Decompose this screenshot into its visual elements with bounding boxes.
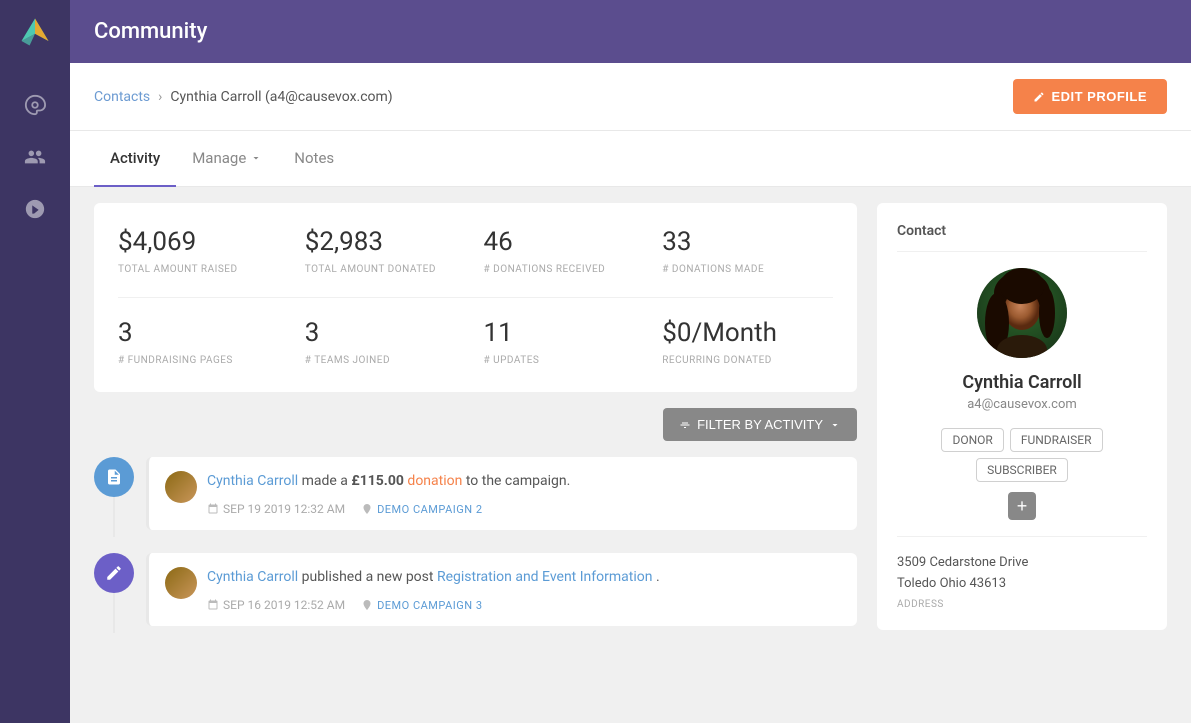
activity-text: Cynthia Carroll made a £115.00 donation …	[207, 471, 570, 492]
activity-text-block: Cynthia Carroll published a new post Reg…	[207, 567, 660, 612]
contact-address-label: ADDRESS	[897, 599, 1147, 610]
stat-updates: 11 # UPDATES	[476, 318, 655, 368]
pencil-icon	[1033, 91, 1045, 103]
filter-bar: FILTER BY ACTIVITY	[94, 408, 857, 441]
document-icon	[105, 468, 123, 486]
edit-icon	[105, 564, 123, 582]
tag-donor[interactable]: DONOR	[941, 428, 1003, 452]
content-area: Contacts › Cynthia Carroll (a4@causevox.…	[70, 63, 1191, 723]
activity-date: SEP 16 2019 12:52 AM	[207, 598, 345, 612]
stat-fundraising-pages: 3 # FUNDRAISING PAGES	[118, 318, 297, 368]
sidebar	[0, 0, 70, 723]
contact-address: 3509 Cedarstone Drive Toledo Ohio 43613	[897, 553, 1147, 595]
stat-donations-received: 46 # DONATIONS RECEIVED	[476, 227, 655, 277]
activity-item: Cynthia Carroll made a £115.00 donation …	[94, 457, 857, 537]
stat-total-donated: $2,983 TOTAL AMOUNT DONATED	[297, 227, 476, 277]
dropdown-arrow-icon	[829, 419, 841, 431]
activity-content-row: Cynthia Carroll made a £115.00 donation …	[165, 471, 841, 516]
activity-icon-donation	[94, 457, 134, 497]
activity-text: Cynthia Carroll published a new post Reg…	[207, 567, 660, 588]
stat-recurring: $0/Month RECURRING DONATED	[654, 318, 833, 368]
stat-donations-made: 33 # DONATIONS MADE	[654, 227, 833, 277]
donation-link[interactable]: donation	[407, 473, 462, 489]
activity-card-donation: Cynthia Carroll made a £115.00 donation …	[146, 457, 857, 530]
activity-meta: SEP 19 2019 12:32 AM DEMO CAMPAIGN 2	[207, 502, 570, 516]
chevron-down-icon	[250, 152, 262, 164]
top-header: Community	[70, 0, 1191, 63]
actor-link[interactable]: Cynthia Carroll	[207, 473, 298, 489]
rocket-icon	[24, 198, 46, 220]
activity-card-post: Cynthia Carroll published a new post Reg…	[146, 553, 857, 626]
sidebar-item-dashboard[interactable]	[13, 83, 57, 127]
people-icon	[24, 146, 46, 168]
location-icon	[361, 503, 373, 515]
activity-meta: SEP 16 2019 12:52 AM DEMO CAMPAIGN 3	[207, 598, 660, 612]
activity-campaign: DEMO CAMPAIGN 3	[361, 599, 482, 612]
contact-email: a4@causevox.com	[897, 397, 1147, 412]
campaign-link[interactable]: DEMO CAMPAIGN 3	[377, 599, 482, 612]
location-icon	[361, 599, 373, 611]
contact-divider	[897, 536, 1147, 537]
stats-card: $4,069 TOTAL AMOUNT RAISED $2,983 TOTAL …	[94, 203, 857, 392]
breadcrumb-bar: Contacts › Cynthia Carroll (a4@causevox.…	[70, 63, 1191, 131]
contact-name: Cynthia Carroll	[897, 372, 1147, 393]
contact-card-title: Contact	[897, 223, 1147, 252]
tab-manage[interactable]: Manage	[176, 131, 278, 187]
avatar-image	[977, 268, 1067, 358]
avatar	[165, 471, 197, 503]
logo-icon	[17, 14, 53, 50]
tab-activity[interactable]: Activity	[94, 131, 176, 187]
breadcrumb-separator: ›	[158, 89, 162, 105]
stats-row-2: 3 # FUNDRAISING PAGES 3 # TEAMS JOINED 1…	[118, 297, 833, 368]
profile-content: $4,069 TOTAL AMOUNT RAISED $2,983 TOTAL …	[70, 203, 1191, 673]
edit-profile-button[interactable]: EDIT PROFILE	[1013, 79, 1167, 114]
tabs-nav: Activity Manage Notes	[70, 131, 1191, 187]
campaign-link[interactable]: DEMO CAMPAIGN 2	[377, 503, 482, 516]
activity-text-block: Cynthia Carroll made a £115.00 donation …	[207, 471, 570, 516]
tag-subscriber[interactable]: SUBSCRIBER	[976, 458, 1068, 482]
sidebar-item-campaigns[interactable]	[13, 187, 57, 231]
palette-icon	[24, 94, 46, 116]
tag-fundraiser[interactable]: FUNDRAISER	[1010, 428, 1103, 452]
calendar-icon	[207, 503, 219, 515]
tab-notes[interactable]: Notes	[278, 131, 350, 187]
activity-icon-post	[94, 553, 134, 593]
contact-card: Contact	[877, 203, 1167, 630]
filter-icon	[679, 419, 691, 431]
actor-link[interactable]: Cynthia Carroll	[207, 569, 298, 585]
contact-avatar-wrap	[897, 268, 1147, 358]
post-link[interactable]: Registration and Event Information	[437, 569, 653, 585]
breadcrumb-current: Cynthia Carroll (a4@causevox.com)	[170, 89, 392, 105]
stat-total-raised: $4,069 TOTAL AMOUNT RAISED	[118, 227, 297, 277]
breadcrumb-parent-link[interactable]: Contacts	[94, 89, 150, 105]
main-area: Community Contacts › Cynthia Carroll (a4…	[70, 0, 1191, 723]
sidebar-logo	[0, 0, 70, 63]
contact-tags: DONOR FUNDRAISER SUBSCRIBER	[897, 428, 1147, 482]
app-title: Community	[94, 19, 207, 44]
add-tag-button[interactable]: +	[1008, 492, 1036, 520]
activity-content-row: Cynthia Carroll published a new post Reg…	[165, 567, 841, 612]
activity-item: Cynthia Carroll published a new post Reg…	[94, 553, 857, 633]
filter-by-activity-button[interactable]: FILTER BY ACTIVITY	[663, 408, 857, 441]
calendar-icon	[207, 599, 219, 611]
stats-row-1: $4,069 TOTAL AMOUNT RAISED $2,983 TOTAL …	[118, 227, 833, 277]
contact-avatar	[977, 268, 1067, 358]
tabs-wrapper: Activity Manage Notes	[70, 131, 1191, 187]
activity-date: SEP 19 2019 12:32 AM	[207, 502, 345, 516]
sidebar-item-community[interactable]	[13, 135, 57, 179]
activity-campaign: DEMO CAMPAIGN 2	[361, 503, 482, 516]
breadcrumb: Contacts › Cynthia Carroll (a4@causevox.…	[94, 89, 393, 105]
right-column: Contact	[877, 203, 1167, 649]
avatar	[165, 567, 197, 599]
sidebar-nav	[0, 63, 70, 231]
left-column: $4,069 TOTAL AMOUNT RAISED $2,983 TOTAL …	[94, 203, 857, 649]
stat-teams-joined: 3 # TEAMS JOINED	[297, 318, 476, 368]
activity-feed: Cynthia Carroll made a £115.00 donation …	[94, 457, 857, 649]
